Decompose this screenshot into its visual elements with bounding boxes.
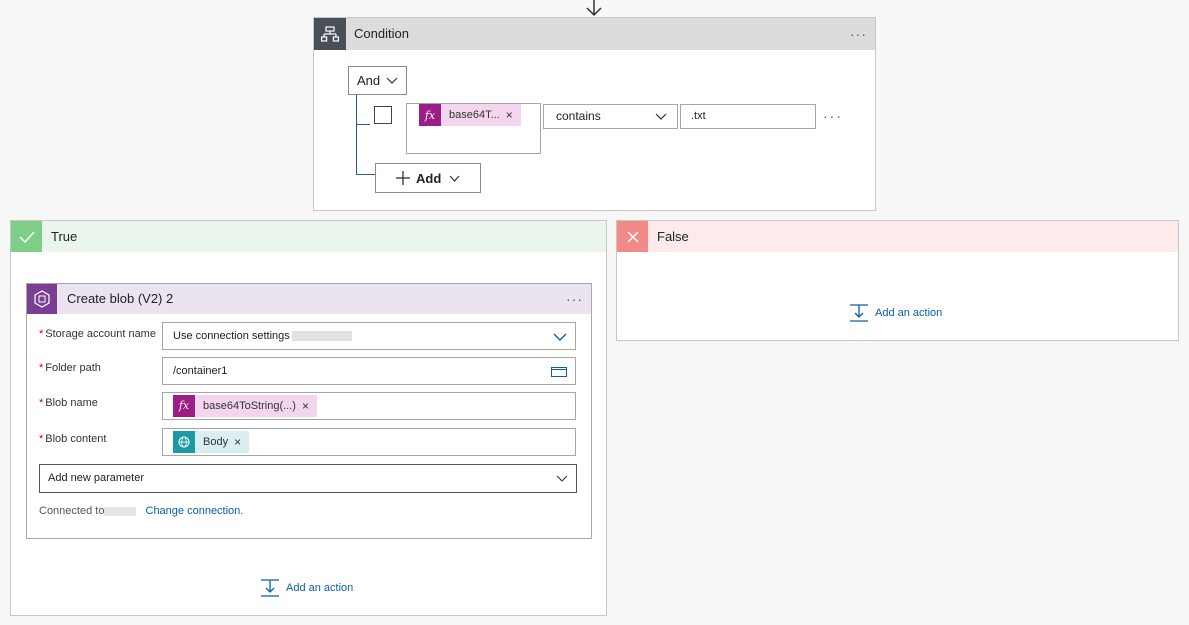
remove-token-icon[interactable]: × (234, 429, 249, 455)
operator-value: contains (556, 109, 601, 123)
condition-value-input[interactable]: .txt (680, 104, 816, 129)
false-branch-title: False (657, 229, 689, 244)
add-new-parameter-dropdown[interactable]: Add new parameter (39, 464, 577, 493)
check-icon (11, 221, 42, 252)
condition-title: Condition (354, 26, 409, 41)
true-branch-title: True (51, 229, 78, 244)
and-group-dropdown[interactable]: And (348, 66, 407, 95)
chevron-down-icon (655, 113, 667, 120)
row-more-menu[interactable]: ··· (823, 108, 843, 124)
fx-expression-icon: fx (419, 104, 441, 126)
down-arrow-icon (586, 0, 602, 17)
expression-token[interactable]: fx base64ToString(...) × (173, 395, 317, 417)
add-action-icon (850, 304, 868, 322)
and-group-label: And (357, 73, 381, 88)
condition-icon (314, 18, 346, 50)
condition-left-operand[interactable]: fx base64T... × (406, 103, 541, 154)
close-icon (617, 221, 648, 252)
false-add-action-button[interactable]: Add an action (849, 303, 942, 323)
dynamic-token-label: Body (203, 436, 229, 448)
create-blob-title: Create blob (V2) 2 (67, 291, 174, 306)
storage-account-label: * Storage account name (39, 328, 156, 340)
fx-expression-icon: fx (173, 395, 195, 417)
add-condition-button[interactable]: Add (375, 163, 481, 193)
chevron-down-icon (449, 175, 460, 182)
storage-account-value: Use connection settings (173, 330, 290, 342)
tree-connector (356, 95, 357, 175)
condition-more-menu[interactable]: ··· (850, 27, 867, 41)
dynamic-content-token[interactable]: Body × (173, 429, 250, 455)
blob-name-label: * Blob name (39, 397, 98, 409)
tree-connector (356, 124, 370, 125)
expression-token-label: base64ToString(...) (203, 400, 296, 412)
chevron-down-icon (386, 77, 398, 84)
connection-info: Connected to Change connection. (39, 505, 243, 517)
storage-account-dropdown[interactable]: Use connection settings (162, 322, 576, 350)
remove-token-icon[interactable]: × (302, 393, 317, 419)
folder-path-value: /container1 (173, 365, 228, 377)
true-add-action-button[interactable]: Add an action (260, 578, 353, 598)
true-add-action-label: Add an action (286, 582, 354, 594)
create-blob-header[interactable]: Create blob (V2) 2 ··· (27, 284, 591, 314)
chevron-down-icon (556, 475, 568, 482)
add-new-parameter-label: Add new parameter (48, 472, 144, 484)
expression-token-label: base64T... (449, 109, 500, 121)
true-branch: True Create blob (V2) 2 ··· * Storage acc… (10, 220, 607, 616)
blob-content-label: * Blob content (39, 433, 107, 445)
redacted-text (104, 506, 137, 516)
operator-dropdown[interactable]: contains (543, 104, 678, 129)
create-blob-action-card: Create blob (V2) 2 ··· * Storage account … (26, 283, 592, 539)
change-connection-link[interactable]: Change connection. (146, 505, 244, 517)
false-branch: False Add an action (616, 220, 1179, 341)
tree-connector (356, 174, 375, 175)
redacted-text (291, 331, 352, 342)
chevron-down-icon (553, 333, 567, 341)
folder-path-input[interactable]: /container1 (162, 357, 576, 385)
create-blob-more-menu[interactable]: ··· (566, 292, 583, 306)
false-branch-header: False (617, 221, 1178, 252)
folder-path-label: * Folder path (39, 362, 101, 374)
true-branch-header: True (11, 221, 606, 252)
folder-icon[interactable] (551, 365, 567, 377)
blob-name-input[interactable]: fx base64ToString(...) × (162, 392, 576, 420)
expression-token[interactable]: fx base64T... × (419, 104, 521, 126)
blob-content-input[interactable]: Body × (162, 428, 576, 456)
azure-blob-storage-icon (27, 284, 57, 314)
connected-to-label: Connected to (39, 505, 105, 517)
row-select-checkbox[interactable] (374, 106, 392, 124)
condition-card: Condition ··· And fx base64T... × contai… (313, 17, 876, 211)
plus-icon (396, 171, 410, 185)
http-globe-icon (173, 431, 195, 453)
add-action-icon (261, 579, 279, 597)
false-add-action-label: Add an action (875, 307, 943, 319)
condition-header[interactable]: Condition ··· (314, 18, 875, 50)
remove-token-icon[interactable]: × (506, 108, 521, 122)
add-condition-label: Add (416, 170, 442, 186)
